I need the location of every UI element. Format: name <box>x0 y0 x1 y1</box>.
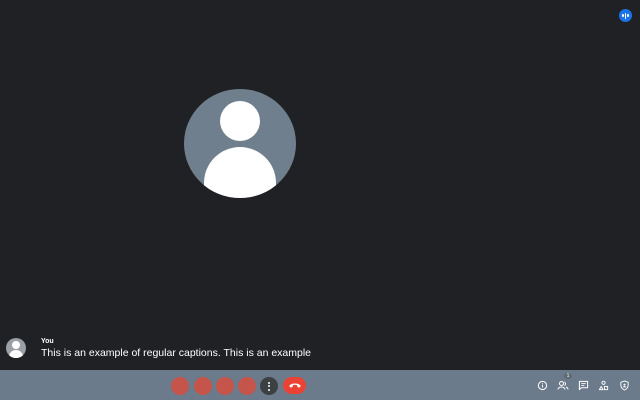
caption-speaker-name: You <box>41 338 54 345</box>
people-button[interactable] <box>557 379 569 391</box>
caption-block: You This is an example of regular captio… <box>6 336 626 366</box>
host-controls-button[interactable] <box>618 379 630 391</box>
avatar-head-shape <box>220 101 260 141</box>
avatar-body-shape <box>204 147 276 198</box>
speaking-indicator-icon <box>619 9 632 22</box>
info-icon <box>537 380 547 390</box>
more-vert-icon <box>268 381 270 384</box>
mic-button[interactable] <box>171 377 189 395</box>
people-icon <box>557 380 569 390</box>
captions-button[interactable] <box>216 377 234 395</box>
host-controls-icon <box>619 379 629 391</box>
meeting-details-button[interactable] <box>536 379 548 391</box>
caption-speaker-avatar <box>6 338 26 358</box>
chat-button[interactable] <box>577 379 589 391</box>
bottom-toolbar: 1 <box>0 370 640 400</box>
activities-icon <box>598 380 608 390</box>
participant-avatar <box>184 89 296 198</box>
present-button[interactable] <box>238 377 256 395</box>
call-end-icon <box>288 383 301 388</box>
chat-icon <box>578 380 588 390</box>
people-count-badge: 1 <box>564 373 572 379</box>
more-options-button[interactable] <box>260 377 278 395</box>
video-stage: You This is an example of regular captio… <box>0 0 640 370</box>
activities-button[interactable] <box>597 379 609 391</box>
caption-text: This is an example of regular captions. … <box>41 347 312 359</box>
end-call-button[interactable] <box>283 377 306 394</box>
camera-button[interactable] <box>194 377 212 395</box>
